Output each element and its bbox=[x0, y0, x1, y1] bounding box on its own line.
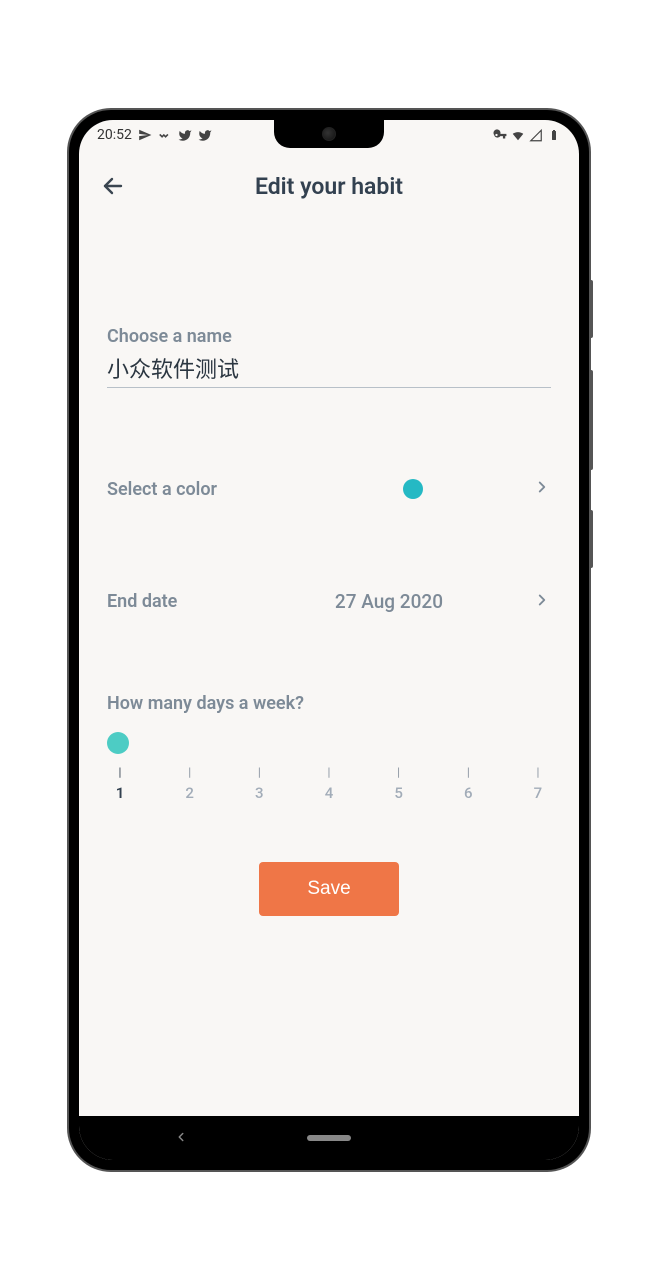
bird-icon bbox=[198, 128, 212, 142]
tick-6: |6 bbox=[463, 766, 473, 802]
back-button[interactable] bbox=[95, 168, 131, 204]
signal-empty-icon bbox=[529, 128, 543, 142]
android-nav-bar bbox=[79, 1116, 579, 1160]
send-icon bbox=[138, 128, 152, 142]
badge-icon bbox=[158, 128, 172, 142]
tick-7: |7 bbox=[533, 766, 543, 802]
days-label: How many days a week? bbox=[107, 693, 551, 714]
form-content: Choose a name Select a color End date 27… bbox=[79, 216, 579, 1116]
vpn-key-icon bbox=[493, 128, 507, 142]
habit-name-input[interactable] bbox=[107, 347, 551, 388]
battery-icon bbox=[547, 128, 561, 142]
phone-frame: 20:52 bbox=[69, 110, 589, 1170]
selected-color-dot bbox=[403, 479, 423, 499]
nav-home-pill[interactable] bbox=[307, 1135, 351, 1141]
front-camera bbox=[322, 127, 336, 141]
tick-4: |4 bbox=[324, 766, 334, 802]
tick-5: |5 bbox=[394, 766, 404, 802]
page-title: Edit your habit bbox=[79, 173, 579, 200]
color-row[interactable]: Select a color bbox=[107, 478, 551, 500]
arrow-left-icon bbox=[101, 174, 125, 198]
app-header: Edit your habit bbox=[79, 150, 579, 216]
save-button[interactable]: Save bbox=[259, 862, 398, 916]
tick-2: |2 bbox=[185, 766, 195, 802]
tick-3: |3 bbox=[254, 766, 264, 802]
status-time: 20:52 bbox=[97, 127, 132, 143]
name-label: Choose a name bbox=[107, 326, 551, 347]
end-date-value: 27 Aug 2020 bbox=[335, 590, 443, 613]
slider-thumb[interactable] bbox=[107, 732, 129, 754]
chevron-right-icon bbox=[533, 591, 551, 613]
days-block: How many days a week? |1 |2 |3 |4 |5 |6 … bbox=[107, 693, 551, 802]
side-button bbox=[589, 510, 593, 568]
name-field-block: Choose a name bbox=[107, 326, 551, 388]
status-left: 20:52 bbox=[97, 127, 212, 143]
end-date-row[interactable]: End date 27 Aug 2020 bbox=[107, 590, 551, 613]
color-label: Select a color bbox=[107, 479, 217, 500]
side-button bbox=[589, 370, 593, 470]
nav-back-icon[interactable] bbox=[174, 1129, 188, 1148]
color-row-right bbox=[403, 478, 551, 500]
slider-ticks: |1 |2 |3 |4 |5 |6 |7 bbox=[115, 766, 543, 802]
end-date-label: End date bbox=[107, 591, 177, 612]
status-right bbox=[493, 128, 561, 142]
bird-icon bbox=[178, 128, 192, 142]
wifi-icon bbox=[511, 128, 525, 142]
days-slider[interactable]: |1 |2 |3 |4 |5 |6 |7 bbox=[107, 732, 551, 802]
side-button bbox=[589, 280, 593, 338]
tick-1: |1 bbox=[115, 766, 125, 802]
phone-screen: 20:52 bbox=[79, 120, 579, 1160]
end-date-right: 27 Aug 2020 bbox=[335, 590, 551, 613]
chevron-right-icon bbox=[533, 478, 551, 500]
notch bbox=[274, 120, 384, 148]
